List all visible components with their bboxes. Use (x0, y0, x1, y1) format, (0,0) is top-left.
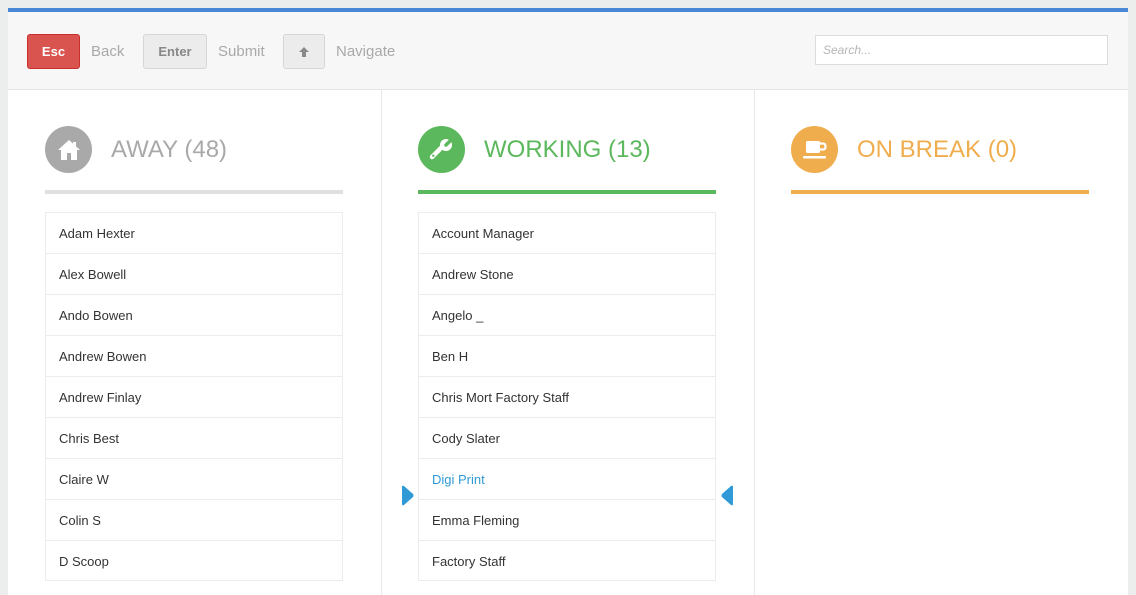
list-item[interactable]: Cody Slater (418, 417, 716, 458)
on-break-column: ON BREAK (0) (754, 90, 1128, 595)
working-column-underline (418, 190, 716, 194)
away-column-header: AWAY (48) (45, 126, 343, 194)
list-item[interactable]: Factory Staff (418, 540, 716, 581)
list-item[interactable]: Chris Best (45, 417, 343, 458)
home-icon (45, 126, 92, 173)
working-column: WORKING (13) Account Manager Andrew Ston… (381, 90, 755, 595)
navigate-label: Navigate (336, 43, 396, 60)
up-arrow-key-button[interactable] (283, 34, 325, 69)
list-item[interactable]: D Scoop (45, 540, 343, 581)
working-column-title: WORKING (13) (484, 136, 651, 163)
list-item[interactable]: Ando Bowen (45, 294, 343, 335)
selection-pointer-left-icon (721, 485, 733, 506)
list-item[interactable]: Andrew Bowen (45, 335, 343, 376)
list-item[interactable]: Claire W (45, 458, 343, 499)
on-break-column-title: ON BREAK (0) (857, 136, 1018, 163)
enter-key-button[interactable]: Enter (143, 34, 207, 69)
working-column-header: WORKING (13) (418, 126, 716, 194)
list-item[interactable]: Emma Fleming (418, 499, 716, 540)
app-frame: Esc Back Enter Submit Navigate AWAY (48) (8, 8, 1128, 595)
working-list: Account Manager Andrew Stone Angelo _ Be… (418, 212, 716, 581)
list-item[interactable]: Angelo _ (418, 294, 716, 335)
away-column-title: AWAY (48) (111, 136, 228, 163)
selection-pointer-right-icon (402, 485, 414, 506)
list-item[interactable]: Ben H (418, 335, 716, 376)
submit-label: Submit (218, 43, 265, 60)
list-item[interactable]: Account Manager (418, 212, 716, 253)
arrow-up-icon (299, 46, 309, 57)
list-item[interactable]: Andrew Finlay (45, 376, 343, 417)
on-break-column-underline (791, 190, 1089, 194)
keyboard-hint-toolbar: Esc Back Enter Submit Navigate (8, 12, 1128, 90)
list-item-selected[interactable]: Digi Print (418, 458, 716, 499)
coffee-cup-icon (791, 126, 838, 173)
esc-key-button[interactable]: Esc (27, 34, 80, 69)
away-list: Adam Hexter Alex Bowell Ando Bowen Andre… (45, 212, 343, 581)
wrench-icon (418, 126, 465, 173)
on-break-column-header: ON BREAK (0) (791, 126, 1089, 194)
list-item[interactable]: Adam Hexter (45, 212, 343, 253)
list-item[interactable]: Colin S (45, 499, 343, 540)
list-item[interactable]: Chris Mort Factory Staff (418, 376, 716, 417)
list-item[interactable]: Andrew Stone (418, 253, 716, 294)
away-column-underline (45, 190, 343, 194)
search-input[interactable] (815, 35, 1108, 65)
back-label: Back (91, 43, 125, 60)
list-item[interactable]: Alex Bowell (45, 253, 343, 294)
away-column: AWAY (48) Adam Hexter Alex Bowell Ando B… (8, 90, 382, 595)
status-board: AWAY (48) Adam Hexter Alex Bowell Ando B… (8, 90, 1128, 595)
